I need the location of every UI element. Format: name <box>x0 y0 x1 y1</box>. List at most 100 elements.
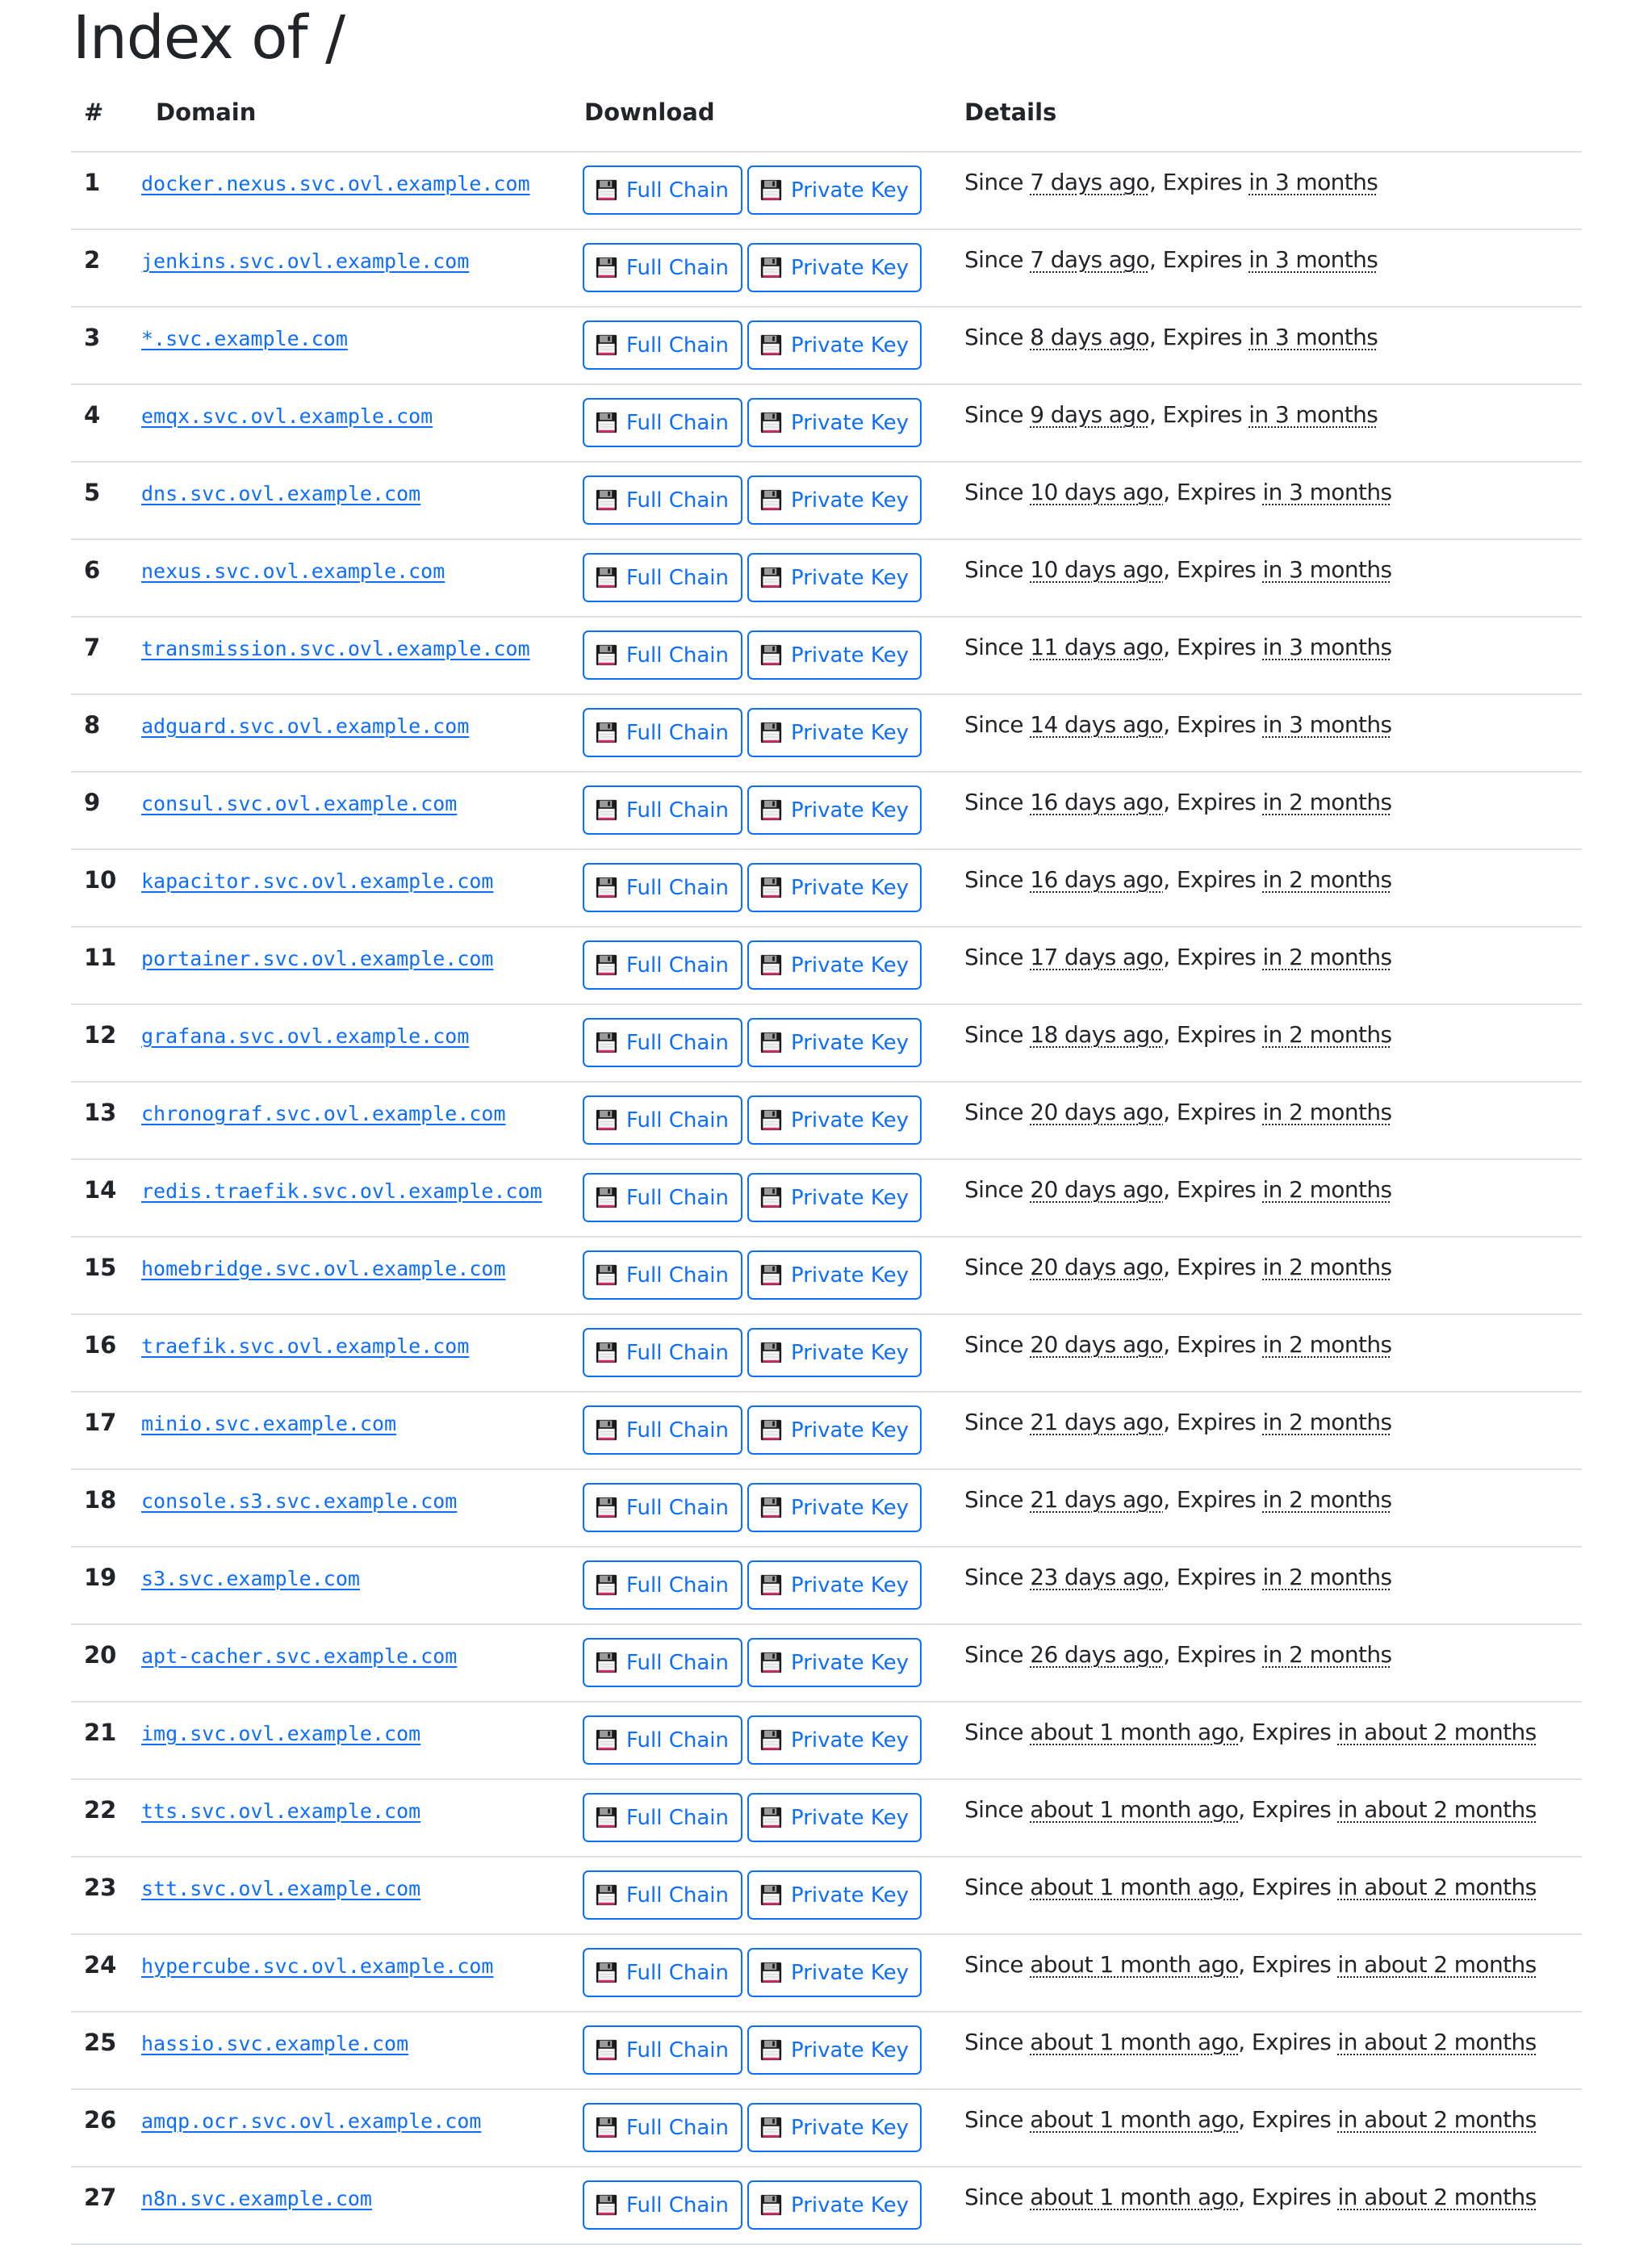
private-key-button[interactable]: Private Key <box>747 630 922 680</box>
full-chain-button[interactable]: Full Chain <box>583 165 742 215</box>
full-chain-button[interactable]: Full Chain <box>583 475 742 525</box>
details-cell: Since about 1 month ago, Expires in abou… <box>964 1702 1582 1780</box>
domain-link[interactable]: chronograf.svc.ovl.example.com <box>141 1102 506 1125</box>
domain-link[interactable]: traefik.svc.ovl.example.com <box>141 1334 469 1358</box>
row-number: 18 <box>71 1469 141 1548</box>
full-chain-button[interactable]: Full Chain <box>583 2025 742 2075</box>
private-key-button[interactable]: Private Key <box>747 1095 922 1145</box>
domain-link[interactable]: tts.svc.ovl.example.com <box>141 1799 420 1823</box>
domain-link[interactable]: hypercube.svc.ovl.example.com <box>141 1954 494 1978</box>
domain-link[interactable]: portainer.svc.ovl.example.com <box>141 947 494 970</box>
expires-prefix: Expires <box>1162 324 1243 350</box>
private-key-button[interactable]: Private Key <box>747 1483 922 1532</box>
domain-link[interactable]: dns.svc.ovl.example.com <box>141 482 420 505</box>
floppy-disk-icon <box>596 1032 617 1053</box>
full-chain-button[interactable]: Full Chain <box>583 1173 742 1222</box>
floppy-disk-icon <box>596 179 617 201</box>
full-chain-button[interactable]: Full Chain <box>583 1870 742 1920</box>
private-key-button[interactable]: Private Key <box>747 1328 922 1377</box>
private-key-button[interactable]: Private Key <box>747 2103 922 2152</box>
domain-link[interactable]: homebridge.svc.ovl.example.com <box>141 1257 506 1280</box>
private-key-button[interactable]: Private Key <box>747 1173 922 1222</box>
private-key-button[interactable]: Private Key <box>747 1638 922 1687</box>
expires-prefix: Expires <box>1176 1564 1257 1590</box>
private-key-button[interactable]: Private Key <box>747 1405 922 1455</box>
full-chain-button[interactable]: Full Chain <box>583 1560 742 1610</box>
full-chain-button[interactable]: Full Chain <box>583 1018 742 1067</box>
full-chain-button[interactable]: Full Chain <box>583 785 742 835</box>
private-key-button[interactable]: Private Key <box>747 2180 922 2230</box>
private-key-button[interactable]: Private Key <box>747 940 922 990</box>
domain-link[interactable]: img.svc.ovl.example.com <box>141 1722 420 1745</box>
full-chain-button[interactable]: Full Chain <box>583 1250 742 1300</box>
full-chain-button[interactable]: Full Chain <box>583 1638 742 1687</box>
private-key-button[interactable]: Private Key <box>747 398 922 447</box>
private-key-button[interactable]: Private Key <box>747 553 922 602</box>
private-key-button[interactable]: Private Key <box>747 863 922 912</box>
domain-link[interactable]: minio.svc.example.com <box>141 1412 396 1435</box>
full-chain-button[interactable]: Full Chain <box>583 1405 742 1455</box>
private-key-button[interactable]: Private Key <box>747 1018 922 1067</box>
domain-link[interactable]: adguard.svc.ovl.example.com <box>141 714 469 738</box>
domain-link[interactable]: n8n.svc.example.com <box>141 2187 372 2210</box>
private-key-button[interactable]: Private Key <box>747 785 922 835</box>
private-key-button[interactable]: Private Key <box>747 243 922 292</box>
expires-prefix: Expires <box>1162 169 1243 195</box>
private-key-button[interactable]: Private Key <box>747 1948 922 1997</box>
domain-link[interactable]: redis.traefik.svc.ovl.example.com <box>141 1179 542 1203</box>
domain-link[interactable]: jenkins.svc.ovl.example.com <box>141 249 469 273</box>
details-cell: Since 21 days ago, Expires in 2 months <box>964 1392 1582 1470</box>
full-chain-button[interactable]: Full Chain <box>583 708 742 757</box>
private-key-label: Private Key <box>791 565 910 590</box>
private-key-button[interactable]: Private Key <box>747 1250 922 1300</box>
full-chain-button[interactable]: Full Chain <box>583 553 742 602</box>
full-chain-button[interactable]: Full Chain <box>583 243 742 292</box>
full-chain-button[interactable]: Full Chain <box>583 398 742 447</box>
full-chain-button[interactable]: Full Chain <box>583 1715 742 1765</box>
full-chain-button[interactable]: Full Chain <box>583 2180 742 2230</box>
details-cell: Since 20 days ago, Expires in 2 months <box>964 1237 1582 1315</box>
domain-link[interactable]: transmission.svc.ovl.example.com <box>141 637 530 660</box>
domain-link[interactable]: emqx.svc.ovl.example.com <box>141 404 433 428</box>
domain-link[interactable]: consul.svc.ovl.example.com <box>141 792 457 815</box>
issued-relative-time: 7 days ago <box>1030 246 1150 273</box>
expires-prefix: Expires <box>1176 1641 1257 1668</box>
table-row: 3 *.svc.example.com Full Chain Private K… <box>71 307 1582 385</box>
private-key-button[interactable]: Private Key <box>747 1793 922 1842</box>
domain-link[interactable]: amqp.ocr.svc.ovl.example.com <box>141 2109 481 2133</box>
domain-cell: jenkins.svc.ovl.example.com <box>141 229 583 308</box>
full-chain-label: Full Chain <box>626 1495 729 1520</box>
domain-link[interactable]: hassio.svc.example.com <box>141 2032 408 2055</box>
full-chain-button[interactable]: Full Chain <box>583 863 742 912</box>
domain-link[interactable]: *.svc.example.com <box>141 327 348 350</box>
domain-link[interactable]: kapacitor.svc.ovl.example.com <box>141 869 494 893</box>
full-chain-button[interactable]: Full Chain <box>583 940 742 990</box>
private-key-button[interactable]: Private Key <box>747 1870 922 1920</box>
private-key-button[interactable]: Private Key <box>747 165 922 215</box>
full-chain-button[interactable]: Full Chain <box>583 630 742 680</box>
domain-link[interactable]: grafana.svc.ovl.example.com <box>141 1024 469 1048</box>
full-chain-button[interactable]: Full Chain <box>583 1793 742 1842</box>
table-row: 15 homebridge.svc.ovl.example.com Full C… <box>71 1237 1582 1315</box>
private-key-label: Private Key <box>791 953 910 978</box>
private-key-button[interactable]: Private Key <box>747 475 922 525</box>
full-chain-button[interactable]: Full Chain <box>583 1948 742 1997</box>
private-key-button[interactable]: Private Key <box>747 2025 922 2075</box>
domain-link[interactable]: apt-cacher.svc.example.com <box>141 1644 457 1668</box>
domain-link[interactable]: s3.svc.example.com <box>141 1567 360 1590</box>
full-chain-button[interactable]: Full Chain <box>583 1328 742 1377</box>
domain-link[interactable]: nexus.svc.ovl.example.com <box>141 559 445 583</box>
domain-link[interactable]: stt.svc.ovl.example.com <box>141 1877 420 1900</box>
private-key-button[interactable]: Private Key <box>747 708 922 757</box>
private-key-label: Private Key <box>791 1340 910 1365</box>
private-key-button[interactable]: Private Key <box>747 1560 922 1610</box>
full-chain-button[interactable]: Full Chain <box>583 2103 742 2152</box>
full-chain-button[interactable]: Full Chain <box>583 1483 742 1532</box>
domain-link[interactable]: docker.nexus.svc.ovl.example.com <box>141 172 530 195</box>
full-chain-button[interactable]: Full Chain <box>583 320 742 370</box>
private-key-button[interactable]: Private Key <box>747 320 922 370</box>
full-chain-button[interactable]: Full Chain <box>583 1095 742 1145</box>
domain-cell: minio.svc.example.com <box>141 1392 583 1470</box>
domain-link[interactable]: console.s3.svc.example.com <box>141 1489 457 1513</box>
private-key-button[interactable]: Private Key <box>747 1715 922 1765</box>
